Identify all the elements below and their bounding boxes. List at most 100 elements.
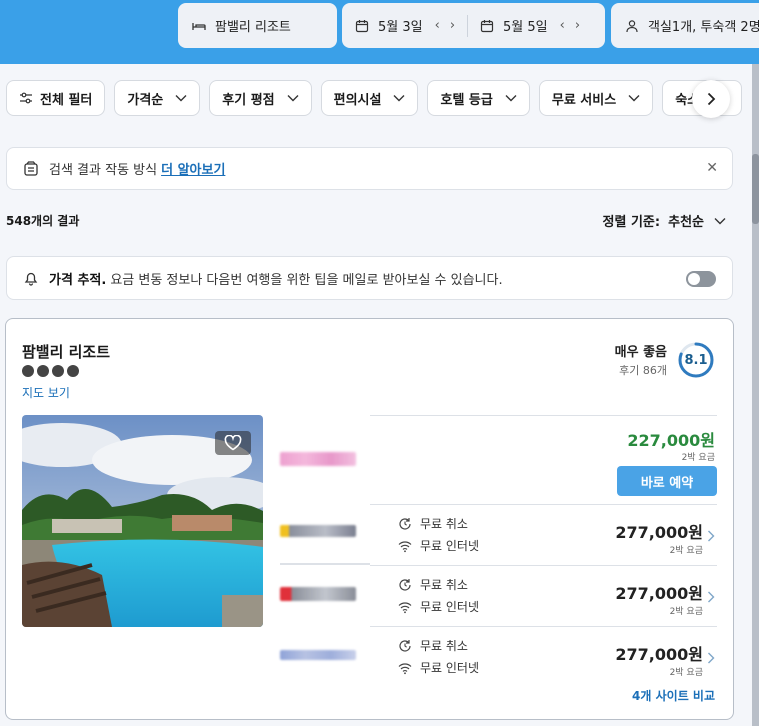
next-date-icon[interactable]: › [450, 18, 455, 33]
offer-price-note: 2박 요금 [669, 668, 703, 678]
search-header: 팜밸리 리조트 5월 3일 ‹ › 5월 5일 ‹ › 객실1개, 투숙객 2명 [0, 0, 759, 64]
feature-label: 무료 인터넷 [420, 661, 480, 675]
score-badge: 8.1 [677, 341, 715, 379]
filter-hotel-class[interactable]: 호텔 등급 [427, 80, 530, 116]
learn-more-link[interactable]: 더 알아보기 [161, 159, 225, 178]
search-info-banner: 검색 결과 작동 방식 더 알아보기 ✕ [6, 147, 733, 190]
price-tracking-title: 가격 추적. [49, 272, 107, 288]
feature-label: 무료 취소 [420, 639, 468, 653]
offer-free-cancel: 무료 취소 [398, 637, 468, 654]
offer-free-internet: 무료 인터넷 [398, 598, 479, 615]
sort-dropdown[interactable]: 정렬 기준: 추천순 [603, 211, 726, 230]
refresh-clock-icon [398, 639, 412, 653]
dates-box[interactable]: 5월 3일 ‹ › 5월 5일 ‹ › [342, 3, 605, 48]
person-icon [625, 19, 639, 33]
chevron-right-icon [707, 92, 716, 106]
offer-divider [370, 626, 717, 627]
chevron-right-icon[interactable] [707, 590, 715, 604]
sort-value: 추천순 [668, 215, 704, 230]
review-count[interactable]: 후기 86개 [615, 362, 667, 378]
offer-free-internet: 무료 인터넷 [398, 659, 479, 676]
destination-text: 팜밸리 리조트 [215, 20, 291, 35]
offer-divider [370, 504, 717, 505]
provider-logo[interactable] [280, 452, 356, 466]
feature-label: 무료 인터넷 [420, 539, 480, 553]
chevron-down-icon [287, 94, 299, 102]
feature-label: 무료 인터넷 [420, 600, 480, 614]
compare-sites-link[interactable]: 4개 사이트 비교 [632, 687, 715, 704]
provider-logo[interactable] [280, 525, 356, 537]
chevron-down-icon [505, 94, 517, 102]
offer-price[interactable]: 277,000원 [615, 519, 703, 543]
filter-amenities[interactable]: 편의시설 [320, 80, 419, 116]
prev-date-icon[interactable]: ‹ [560, 18, 565, 33]
offer-price-note: 2박 요금 [669, 546, 703, 556]
info-text: 검색 결과 작동 방식 [49, 163, 158, 178]
result-count: 548개의 결과 [6, 214, 80, 228]
rating-label: 매우 좋음 [614, 345, 667, 360]
wifi-icon [398, 661, 412, 675]
filter-label: 무료 서비스 [551, 92, 617, 108]
offer-price-note: 2박 요금 [669, 607, 703, 617]
map-link[interactable]: 지도 보기 [22, 384, 70, 401]
chevron-down-icon [393, 94, 405, 102]
filter-review-score[interactable]: 후기 평점 [209, 80, 312, 116]
sliders-icon [19, 91, 33, 105]
all-filters-button[interactable]: 전체 필터 [6, 80, 106, 116]
star-dot [22, 365, 34, 377]
feature-label: 무료 취소 [420, 517, 468, 531]
offer-price[interactable]: 277,000원 [615, 641, 703, 665]
guests-box[interactable]: 객실1개, 투숙객 2명 [611, 3, 759, 48]
next-date-icon[interactable]: › [575, 18, 580, 33]
featured-price[interactable]: 227,000원 [627, 427, 715, 451]
info-box-icon [23, 160, 39, 177]
prev-date-icon[interactable]: ‹ [435, 18, 440, 33]
checkin-text: 5월 3일 [378, 20, 423, 35]
destination-box[interactable]: 팜밸리 리조트 [178, 3, 337, 48]
date-divider [467, 14, 469, 37]
price-tracking-toggle[interactable] [686, 271, 716, 287]
filters-scroll-right-button[interactable] [692, 80, 730, 118]
rating-summary: 매우 좋음 후기 86개 [615, 341, 667, 378]
star-dot [52, 365, 64, 377]
price-tracking-banner: 가격 추적. 요금 변동 정보나 다음번 여행을 위한 팁을 메일로 받아보실 … [6, 256, 733, 300]
offer-free-cancel: 무료 취소 [398, 515, 468, 532]
book-now-button[interactable]: 바로 예약 [617, 466, 717, 496]
feature-label: 무료 취소 [420, 578, 468, 592]
filter-bar: 전체 필터 가격순 후기 평점 편의시설 호텔 등급 무료 서비스 숙소 [6, 80, 743, 116]
filter-label: 후기 평점 [222, 92, 275, 108]
refresh-clock-icon [398, 578, 412, 592]
chevron-down-icon [175, 94, 187, 102]
chevron-right-icon[interactable] [707, 651, 715, 665]
chevron-right-icon[interactable] [707, 529, 715, 543]
filter-label: 가격순 [127, 92, 164, 108]
hotel-photo[interactable] [22, 415, 263, 627]
sort-label: 정렬 기준: [602, 215, 661, 230]
all-filters-label: 전체 필터 [40, 92, 93, 108]
close-icon[interactable]: ✕ [706, 160, 718, 176]
chevron-down-icon [714, 217, 726, 225]
filter-free-services[interactable]: 무료 서비스 [538, 80, 654, 116]
score-value: 8.1 [684, 352, 708, 368]
provider-logo[interactable] [280, 587, 356, 601]
provider-logo[interactable] [280, 650, 356, 660]
heart-icon [224, 435, 242, 451]
checkout-text: 5월 5일 [503, 20, 548, 35]
wifi-icon [398, 600, 412, 614]
offer-free-cancel: 무료 취소 [398, 576, 468, 593]
offer-price[interactable]: 277,000원 [615, 580, 703, 604]
right-edge-scrollbar[interactable] [752, 64, 759, 726]
calendar-icon [480, 19, 494, 33]
guests-text: 객실1개, 투숙객 2명 [648, 20, 759, 35]
price-tracking-text: 요금 변동 정보나 다음번 여행을 위한 팁을 메일로 받아보실 수 있습니다. [110, 272, 503, 288]
filter-price[interactable]: 가격순 [114, 80, 201, 116]
star-dot [67, 365, 79, 377]
favorite-button[interactable] [215, 431, 251, 455]
hotel-card[interactable]: 팜밸리 리조트 지도 보기 매우 좋음 후기 86개 8.1 227,000원 … [5, 318, 734, 720]
scrollbar-thumb[interactable] [752, 154, 759, 224]
wifi-icon [398, 539, 412, 553]
hotel-name[interactable]: 팜밸리 리조트 [22, 341, 110, 362]
filter-label: 편의시설 [333, 92, 382, 108]
offer-divider [370, 415, 717, 416]
filter-label: 호텔 등급 [440, 92, 493, 108]
